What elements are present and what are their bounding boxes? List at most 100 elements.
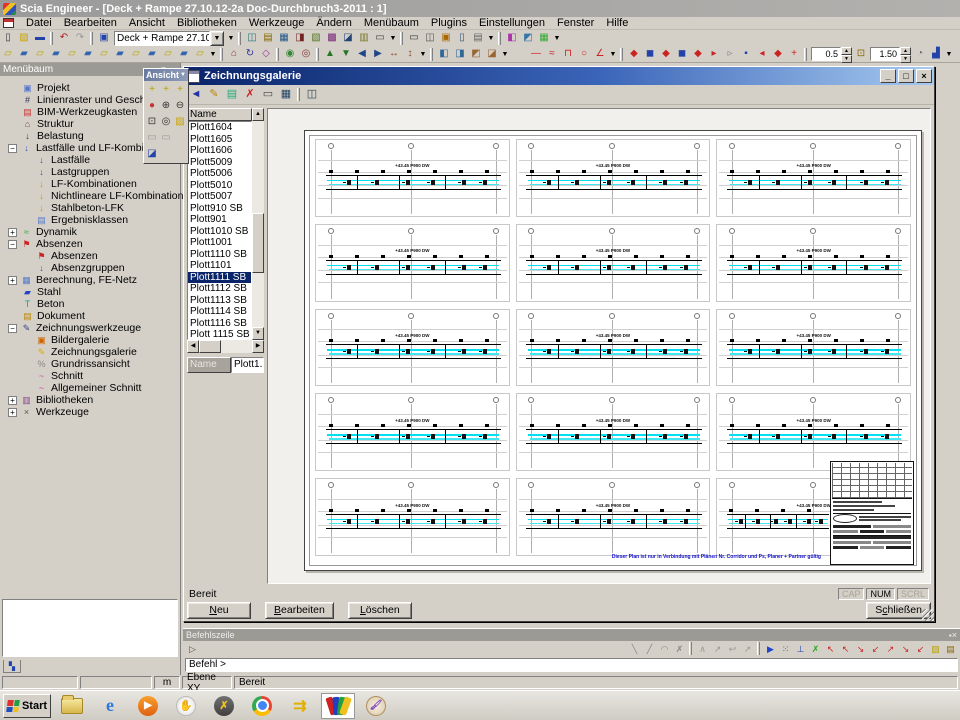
page-icon[interactable]: ▤ [470,31,486,46]
plot-list-item[interactable]: Plott5010 [188,180,251,192]
grid2-icon[interactable]: ◨ [452,47,468,62]
project-combobox[interactable]: Deck + Rampe 27.10▼ [114,31,224,46]
plot-list-item[interactable]: Plott1001 [188,237,251,249]
plot-thumbnail[interactable]: +43.45 P900 DW [716,393,911,471]
ansicht-header[interactable]: Ansicht ▼ [144,69,188,81]
document-icon[interactable]: ▯ [454,31,470,46]
tree-item-dynamik[interactable]: +≈Dynamik [4,226,180,238]
gallery-icon[interactable]: ▩ [324,31,340,46]
down-icon[interactable]: ▼ [338,47,354,62]
tree-expander-icon[interactable]: + [8,228,17,237]
scale-small-spinner-down-icon[interactable]: ▼ [841,55,852,63]
name-property-value[interactable]: Plott1... [231,357,264,373]
dim9-icon[interactable]: ◂ [754,47,770,62]
snap-x-icon[interactable]: ✗ [672,642,687,657]
table-icon[interactable]: ▥ [356,31,372,46]
save-icon[interactable]: ▬ [32,31,48,46]
paint-app-taskbar-icon[interactable]: 🖌 [359,693,393,719]
menu-hilfe[interactable]: Hilfe [600,16,634,30]
zoom-fit-icon[interactable]: ◎ [159,114,173,130]
open-icon[interactable]: ▨ [16,31,32,46]
undo-icon[interactable]: ↶ [56,31,72,46]
plot-list-item[interactable]: Plott1605 [188,134,251,146]
menu-ansicht[interactable]: Ansicht [123,16,171,30]
snap-r3-icon[interactable]: ↘ [853,642,868,657]
plot-thumbnail[interactable]: +43.45 P900 DW [716,309,911,387]
scale-small-spinner-value[interactable]: 0.5 [811,47,841,61]
plot-list-item[interactable]: Plott1110 SB [188,249,251,261]
polyline-icon[interactable]: ≈ [544,47,560,62]
export-icon[interactable]: ▦ [277,86,295,103]
loeschen-button[interactable]: Löschen [348,602,412,619]
scale-large-spinner-up-icon[interactable]: ▲ [900,47,911,55]
scroll-down-icon[interactable]: ▼ [252,327,264,340]
horizontal-scrollbar[interactable]: ◀ ▶ [187,340,264,353]
angle-icon[interactable]: ∠ [592,47,608,62]
command-input[interactable]: Befehl > [185,658,958,672]
bearbeiten-button[interactable]: Bearbeiten [265,602,334,619]
tree-expander-icon[interactable]: + [8,408,17,417]
snap-perp-icon[interactable]: ⊥ [793,642,808,657]
resize-grip[interactable] [922,609,934,621]
poly-icon[interactable]: ▱ [192,47,208,62]
left-icon[interactable]: ◀ [354,47,370,62]
plot-list-item[interactable]: Plott1112 SB [188,283,251,295]
house-icon[interactable]: ⌂ [226,47,242,62]
toolbar-dropdown-icon[interactable]: ▼ [418,47,428,62]
scale-large-spinner-value[interactable]: 1.50 [870,47,900,61]
menu-menbaum[interactable]: Menübaum [358,16,425,30]
status-unit[interactable]: m [154,676,180,689]
palette-icon[interactable]: ◧ [504,31,520,46]
snap-r6-icon[interactable]: ↘ [898,642,913,657]
tree-item-schnitt[interactable]: ~Schnitt [4,370,180,382]
tree-item-stahlbeton-lfk[interactable]: ↓Stahlbeton-LFK [4,202,180,214]
tree-item-bibliotheken[interactable]: +▥Bibliotheken [4,394,180,406]
plot-thumbnail[interactable]: +43.45 P900 DW [315,309,510,387]
toolbar-dropdown-icon[interactable]: ▼ [486,31,496,46]
grid1-icon[interactable]: ◧ [436,47,452,62]
dock-icon[interactable]: ◄ [187,86,205,103]
plot-list-item[interactable]: Plott1606 [188,145,251,157]
snap-notes-icon[interactable]: ▤ [943,642,958,657]
plot-list-item[interactable]: Plott901 [188,214,251,226]
win2-icon[interactable]: ▭ [159,130,173,146]
project-combobox-value[interactable]: Deck + Rampe 27.10 [114,31,210,46]
new-icon[interactable]: ▯ [0,31,16,46]
snap-line2-icon[interactable]: ╱ [642,642,657,657]
tree-item-beton[interactable]: TBeton [4,298,180,310]
project-dropdown-icon[interactable]: ▼ [226,31,236,46]
drawing-preview[interactable]: +43.45 P900 DW+43.45 P900 DW+43.45 P900 … [267,108,931,584]
plot-thumbnail[interactable]: +43.45 P900 DW [716,139,911,217]
tree-expander-icon[interactable]: + [8,276,17,285]
rotate-icon[interactable]: ↻ [242,47,258,62]
doc-icon[interactable]: ◪ [340,31,356,46]
mesh-icon[interactable]: ▦ [276,31,292,46]
plot-list-item[interactable]: Plott1101 [188,260,251,272]
dim8-icon[interactable]: ▪ [738,47,754,62]
arrows-app-taskbar-icon[interactable]: ⇉ [283,693,317,719]
plot-list-item[interactable]: Plott5006 [188,168,251,180]
wall-icon[interactable]: ▱ [64,47,80,62]
grid-dots-icon[interactable]: ⁙ [778,642,793,657]
scale-small-spinner-up-icon[interactable]: ▲ [841,47,852,55]
explorer-taskbar-icon[interactable] [55,693,89,719]
result-icon[interactable]: ◨ [292,31,308,46]
plot-list-item[interactable]: Plott910 SB [188,203,251,215]
dim7-icon[interactable]: ▹ [722,47,738,62]
dim2-icon[interactable]: ◼ [642,47,658,62]
vscroll-thumb[interactable] [252,213,264,273]
beam-icon[interactable]: ▰ [16,47,32,62]
arc-icon[interactable]: ▰ [176,47,192,62]
point-icon[interactable]: ◉ [282,47,298,62]
plot-list-item[interactable]: Plott1114 SB [188,306,251,318]
plot-list-item[interactable]: Plott5007 [188,191,251,203]
tree-item-zeichnungswerkzeuge[interactable]: −✎Zeichnungswerkzeuge [4,322,180,334]
tree-item-absenzen[interactable]: ⚑Absenzen [4,250,180,262]
stretch-icon[interactable]: ↕ [402,47,418,62]
snap-arc-icon[interactable]: ◠ [657,642,672,657]
scia-engineer-taskbar-icon[interactable] [321,693,355,719]
project-combobox-arrow-icon[interactable]: ▼ [210,31,224,46]
tree-item-ergebnisklassen[interactable]: ▤Ergebnisklassen [4,214,180,226]
scale-large-spinner-down-icon[interactable]: ▼ [900,55,911,63]
tree-expander-icon[interactable]: − [8,324,17,333]
